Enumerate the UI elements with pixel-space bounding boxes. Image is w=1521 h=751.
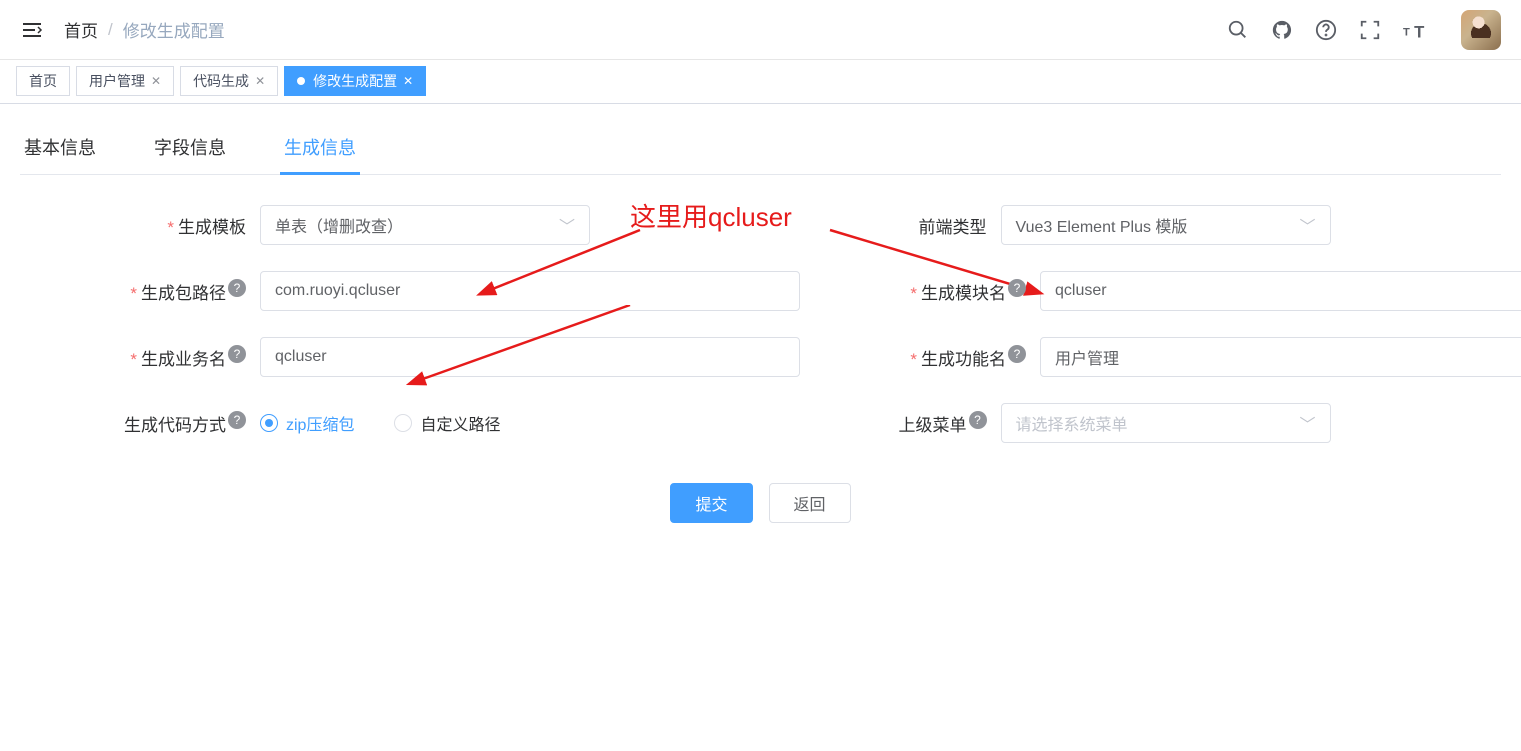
label-module: *生成模块名? — [800, 279, 1040, 304]
tab-label: 代码生成 — [193, 71, 249, 91]
search-icon[interactable] — [1227, 19, 1249, 41]
label-function: *生成功能名? — [800, 345, 1040, 370]
tab-edit-gen-config[interactable]: 修改生成配置 ✕ — [284, 66, 426, 96]
breadcrumb-sep: / — [108, 20, 113, 40]
close-icon[interactable]: ✕ — [403, 74, 413, 88]
select-template[interactable]: 单表（增删改查） ﹀ — [260, 205, 590, 245]
inner-tab-gen[interactable]: 生成信息 — [280, 124, 360, 174]
tab-home[interactable]: 首页 — [16, 66, 70, 96]
chevron-down-icon: ﹀ — [1299, 411, 1315, 435]
help-tip-icon[interactable]: ? — [969, 411, 987, 429]
tab-label: 首页 — [29, 71, 57, 91]
svg-text:T: T — [1414, 22, 1425, 41]
select-parent-menu[interactable]: 请选择系统菜单 ﹀ — [1001, 403, 1331, 443]
inner-tab-fields[interactable]: 字段信息 — [150, 124, 230, 174]
github-icon[interactable] — [1271, 19, 1293, 41]
select-frontend[interactable]: Vue3 Element Plus 模版 ﹀ — [1001, 205, 1331, 245]
radio-icon — [394, 414, 412, 432]
select-value: 单表（增删改查） — [275, 213, 403, 237]
label-package: *生成包路径? — [20, 279, 260, 304]
input-package[interactable] — [260, 271, 800, 311]
hamburger-icon[interactable] — [20, 18, 44, 42]
fullscreen-icon[interactable] — [1359, 19, 1381, 41]
chevron-down-icon: ﹀ — [1299, 213, 1315, 237]
help-icon[interactable] — [1315, 19, 1337, 41]
help-tip-icon[interactable]: ? — [1008, 345, 1026, 363]
tab-label: 用户管理 — [89, 71, 145, 91]
tabs-bar: 首页 用户管理 ✕ 代码生成 ✕ 修改生成配置 ✕ — [0, 60, 1521, 104]
header-left: 首页 / 修改生成配置 — [20, 17, 1227, 42]
input-module[interactable] — [1040, 271, 1521, 311]
label-genmode: 生成代码方式? — [20, 411, 260, 436]
fontsize-icon[interactable]: TT — [1403, 19, 1429, 41]
input-business[interactable] — [260, 337, 800, 377]
select-value: Vue3 Element Plus 模版 — [1016, 213, 1188, 237]
label-template: *生成模板 — [20, 213, 260, 238]
radio-zip[interactable]: zip压缩包 — [260, 411, 354, 435]
app-header: 首页 / 修改生成配置 TT — [0, 0, 1521, 60]
close-icon[interactable]: ✕ — [255, 74, 265, 88]
help-tip-icon[interactable]: ? — [228, 279, 246, 297]
close-icon[interactable]: ✕ — [151, 74, 161, 88]
inner-tabs: 基本信息 字段信息 生成信息 — [20, 124, 1501, 175]
radio-icon — [260, 414, 278, 432]
label-business: *生成业务名? — [20, 345, 260, 370]
svg-text:T: T — [1403, 26, 1410, 38]
breadcrumb-current: 修改生成配置 — [123, 17, 225, 42]
help-tip-icon[interactable]: ? — [228, 411, 246, 429]
chevron-down-icon: ﹀ — [559, 213, 575, 237]
label-frontend: 前端类型 — [761, 213, 1001, 238]
input-function[interactable] — [1040, 337, 1521, 377]
help-tip-icon[interactable]: ? — [1008, 279, 1026, 297]
avatar[interactable] — [1461, 10, 1501, 50]
radio-custom[interactable]: 自定义路径 — [394, 411, 500, 435]
help-tip-icon[interactable]: ? — [228, 345, 246, 363]
gen-form: 这里用qcluser *生成模板 单表（增删改查） ﹀ 前端类型 Vue3 El… — [20, 205, 1501, 523]
breadcrumb-home[interactable]: 首页 — [64, 17, 98, 42]
radio-group-genmode: zip压缩包 自定义路径 — [260, 411, 500, 435]
radio-label: zip压缩包 — [286, 411, 354, 435]
header-right: TT — [1227, 10, 1501, 50]
back-button[interactable]: 返回 — [769, 483, 851, 523]
label-parent: 上级菜单? — [761, 411, 1001, 436]
radio-label: 自定义路径 — [420, 411, 500, 435]
tab-code-gen[interactable]: 代码生成 ✕ — [180, 66, 278, 96]
breadcrumb: 首页 / 修改生成配置 — [64, 17, 225, 42]
content-area: 基本信息 字段信息 生成信息 这里用qcluser *生成模板 单表（增删改查）… — [0, 104, 1521, 543]
tab-label: 修改生成配置 — [313, 71, 397, 91]
tab-user-mgmt[interactable]: 用户管理 ✕ — [76, 66, 174, 96]
inner-tab-basic[interactable]: 基本信息 — [20, 124, 100, 174]
submit-button[interactable]: 提交 — [670, 483, 752, 523]
select-placeholder: 请选择系统菜单 — [1016, 411, 1128, 435]
form-actions: 提交 返回 — [20, 483, 1501, 523]
